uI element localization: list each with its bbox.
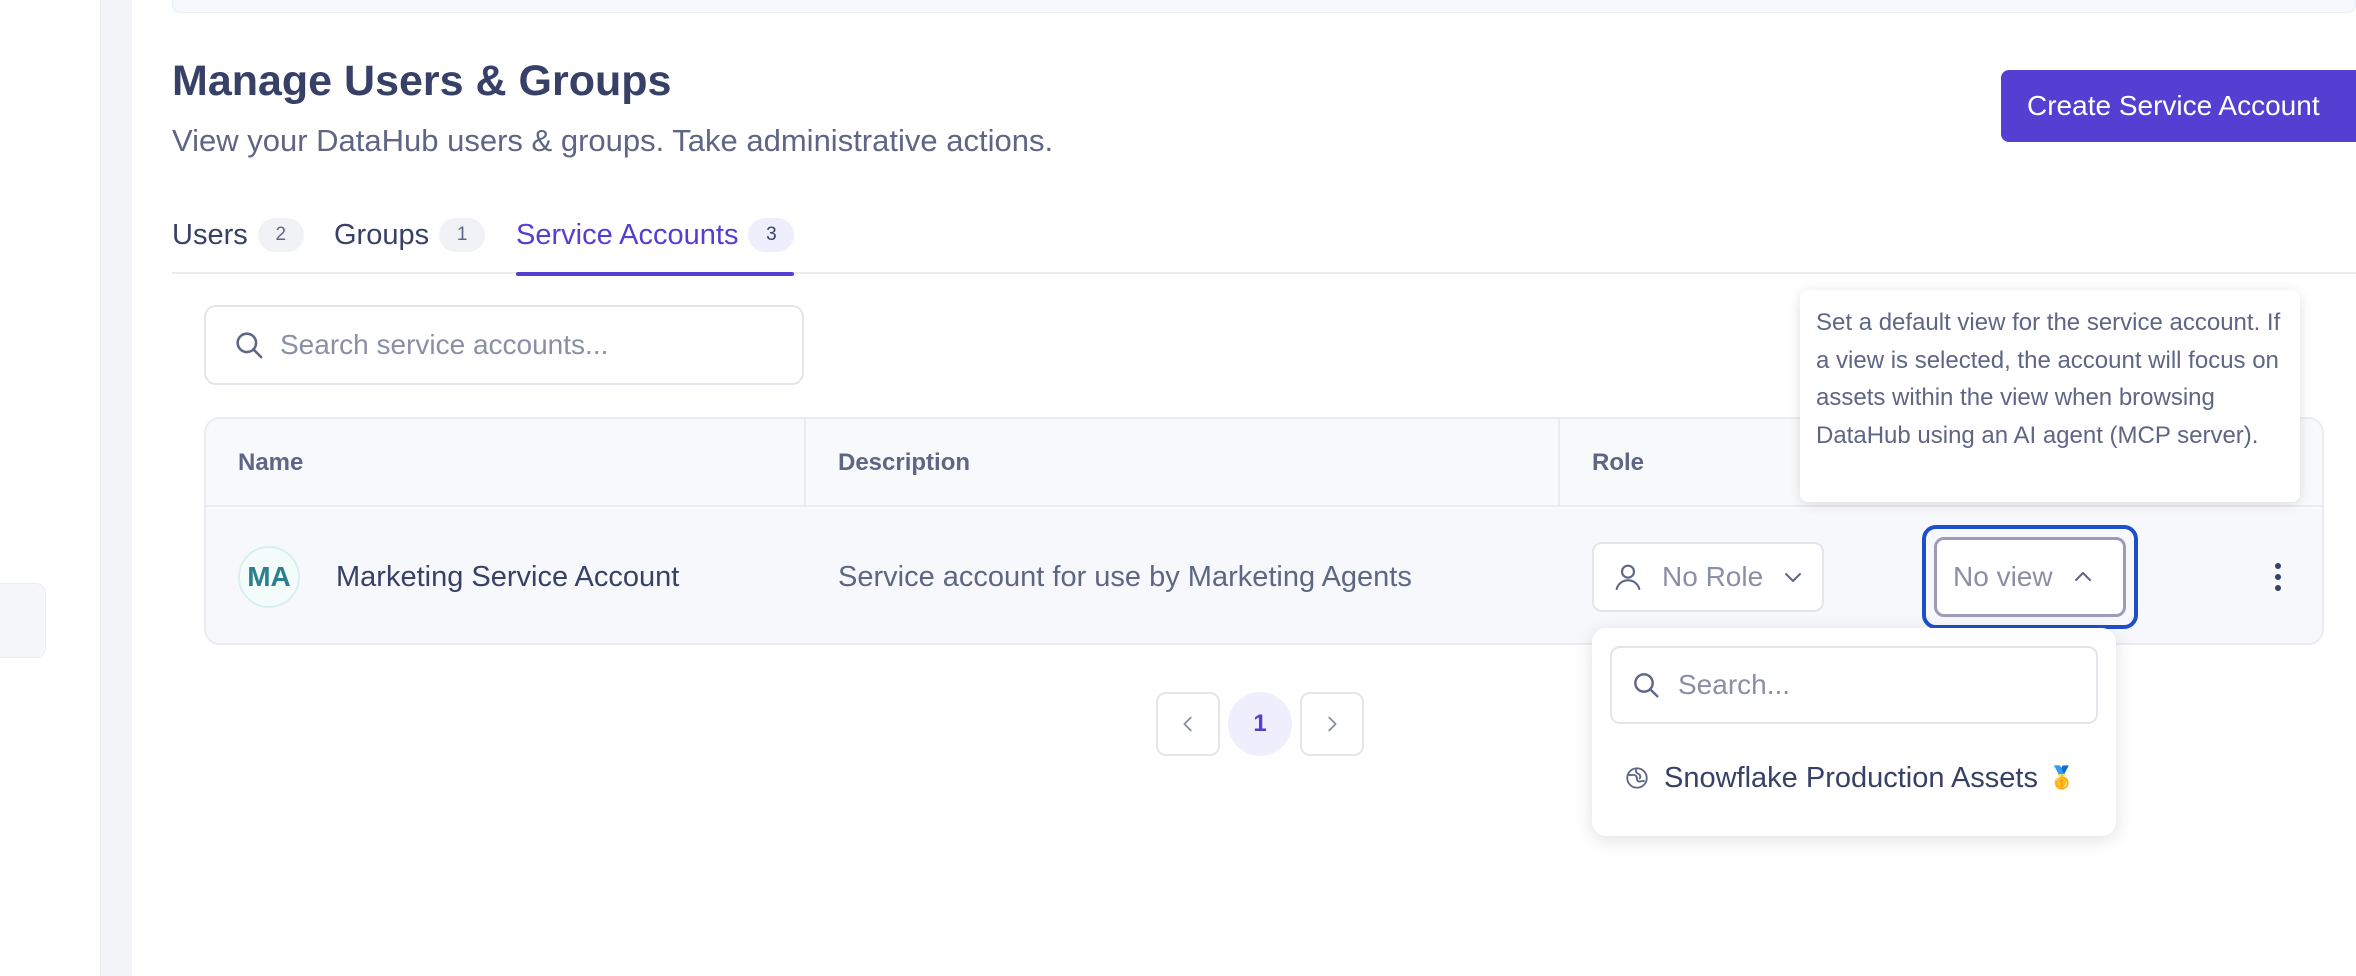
column-header-name: Name (238, 449, 304, 476)
kebab-dot (2275, 585, 2281, 591)
service-account-name[interactable]: Marketing Service Account (336, 555, 679, 599)
chevron-right-icon (1328, 716, 1337, 732)
chevron-down-icon (1785, 573, 1802, 582)
kebab-dot (2275, 563, 2281, 569)
view-dropdown: Snowflake Production Assets 🥇 (1592, 628, 2116, 836)
tab-count-badge: 2 (257, 218, 304, 252)
user-icon (1615, 564, 1641, 591)
tab-bar: Users 2 Groups 1 Service Accounts 3 (172, 212, 2356, 276)
tab-label: Groups (334, 219, 430, 251)
search-icon (1634, 673, 1659, 698)
sidebar-item-stub[interactable] (0, 583, 46, 658)
view-option[interactable]: Snowflake Production Assets 🥇 (1624, 756, 2075, 800)
tab-service-accounts[interactable]: Service Accounts 3 (516, 212, 795, 276)
tab-label: Service Accounts (516, 219, 739, 251)
left-rail (0, 0, 100, 976)
search-input[interactable] (278, 328, 778, 362)
medal-icon: 🥇 (2047, 765, 2076, 790)
view-select[interactable]: No view (1934, 537, 2126, 617)
view-option-label: Snowflake Production Assets (1664, 761, 2038, 794)
search-icon (236, 332, 263, 359)
page-number-button[interactable]: 1 (1228, 692, 1292, 756)
column-header-role: Role (1592, 449, 1645, 476)
chevron-up-icon (2074, 572, 2091, 581)
prev-page-button[interactable] (1156, 692, 1220, 756)
search-service-accounts[interactable] (204, 305, 804, 385)
kebab-dot (2275, 574, 2281, 580)
tab-groups[interactable]: Groups 1 (334, 212, 486, 274)
column-header-description: Description (838, 449, 971, 476)
page-title: Manage Users & Groups (172, 57, 672, 105)
tab-count-badge: 1 (439, 218, 486, 252)
view-dropdown-search[interactable] (1610, 646, 2098, 724)
top-banner-strip (172, 0, 2356, 13)
view-search-input[interactable] (1676, 668, 2076, 702)
tab-label: Users (172, 219, 248, 251)
sidebar-divider (100, 0, 132, 976)
tab-users[interactable]: Users 2 (172, 212, 304, 274)
role-select[interactable]: No Role (1592, 542, 1824, 612)
page-subtitle: View your DataHub users & groups. Take a… (172, 123, 1054, 158)
role-select-value: No Role (1662, 561, 1764, 592)
view-tooltip: Set a default view for the service accou… (1800, 290, 2300, 502)
chevron-left-icon (1183, 716, 1192, 732)
avatar: MA (238, 546, 300, 608)
service-account-description: Service account for use by Marketing Age… (838, 561, 1412, 593)
tab-count-badge: 3 (748, 218, 795, 252)
more-actions-icon[interactable] (2260, 553, 2296, 601)
create-service-account-button[interactable]: Create Service Account (2001, 70, 2356, 142)
view-select-value: No view (1953, 561, 2053, 592)
globe-icon (1626, 767, 1648, 789)
next-page-button[interactable] (1300, 692, 1364, 756)
table-row: MA Marketing Service Account Service acc… (206, 509, 2322, 643)
